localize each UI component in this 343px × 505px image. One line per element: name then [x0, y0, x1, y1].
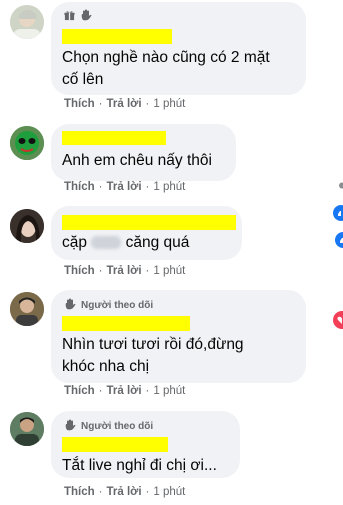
- separator: ·: [98, 98, 103, 110]
- reply-link[interactable]: Trả lời: [107, 385, 142, 397]
- avatar[interactable]: [10, 412, 44, 446]
- timestamp[interactable]: 1 phút: [153, 98, 185, 110]
- comment-2: Anh em chêu nấy thôi Thích · Trả lời · 1…: [0, 118, 343, 201]
- follower-badge: Người theo dõi: [64, 298, 153, 313]
- author-name-redacted[interactable]: [62, 29, 172, 44]
- reply-link[interactable]: Trả lời: [107, 98, 142, 110]
- love-reaction-icon[interactable]: [328, 311, 343, 334]
- comment-text-line: khóc nha chị: [62, 358, 150, 375]
- comment-text-line: Nhìn tươi tươi rồi đó,đừng: [62, 336, 244, 353]
- comment-bubble: cặp căng quá: [51, 206, 242, 260]
- like-reaction-icon[interactable]: [334, 232, 343, 253]
- separator: ·: [98, 486, 103, 498]
- author-name-redacted[interactable]: [62, 131, 166, 145]
- comment-text-line: cố lên: [62, 71, 104, 88]
- wave-icon: [64, 419, 76, 434]
- like-link[interactable]: Thích: [64, 486, 95, 498]
- comment-3: cặp căng quá Thích · Trả lời · 1 phút: [0, 201, 343, 285]
- comment-actions: Thích · Trả lời · 1 phút: [64, 265, 185, 277]
- comment-text-line: Tắt live nghỉ đi chị ơi...: [62, 457, 217, 474]
- timestamp[interactable]: 1 phút: [153, 181, 185, 193]
- avatar[interactable]: [10, 126, 44, 160]
- badge: [64, 9, 92, 24]
- like-link[interactable]: Thích: [64, 98, 95, 110]
- comment-text-after: căng quá: [125, 234, 190, 251]
- avatar[interactable]: [10, 5, 44, 39]
- separator: ·: [145, 385, 150, 397]
- author-name-redacted[interactable]: [62, 215, 236, 230]
- comment-bubble: Anh em chêu nấy thôi: [51, 124, 236, 181]
- timestamp[interactable]: 1 phút: [153, 385, 185, 397]
- dot-icon: [336, 176, 343, 194]
- author-name-redacted[interactable]: [62, 316, 190, 331]
- separator: ·: [98, 181, 103, 193]
- comment-bubble: Chọn nghề nào cũng có 2 mặt cố lên: [51, 2, 306, 95]
- wave-icon: [80, 9, 92, 24]
- comment-actions: Thích · Trả lời · 1 phút: [64, 385, 185, 397]
- separator: ·: [145, 98, 150, 110]
- separator: ·: [98, 265, 103, 277]
- like-link[interactable]: Thích: [64, 385, 95, 397]
- comment-1: Chọn nghề nào cũng có 2 mặt cố lên Thích…: [0, 0, 343, 118]
- like-link[interactable]: Thích: [64, 181, 95, 193]
- comment-4: Người theo dõi Nhìn tươi tươi rồi đó,đừn…: [0, 285, 343, 403]
- timestamp[interactable]: 1 phút: [153, 265, 185, 277]
- avatar[interactable]: [10, 292, 44, 326]
- comment-text-before: cặp: [62, 234, 87, 251]
- like-link[interactable]: Thích: [64, 265, 95, 277]
- comment-actions: Thích · Trả lời · 1 phút: [64, 98, 185, 110]
- reply-link[interactable]: Trả lời: [107, 181, 142, 193]
- blurred-word: [91, 236, 122, 250]
- separator: ·: [145, 486, 150, 498]
- comment-actions: Thích · Trả lời · 1 phút: [64, 486, 185, 498]
- comment-text-line: Chọn nghề nào cũng có 2 mặt: [62, 49, 270, 66]
- like-reaction-icon[interactable]: [332, 205, 343, 226]
- gift-icon: [64, 10, 75, 24]
- reply-link[interactable]: Trả lời: [107, 265, 142, 277]
- comment-text-line: Anh em chêu nấy thôi: [62, 152, 212, 169]
- badge-label: Người theo dõi: [81, 300, 154, 311]
- comment-5: Người theo dõi Tắt live nghỉ đi chị ơi..…: [0, 403, 343, 505]
- author-name-redacted[interactable]: [62, 437, 168, 452]
- avatar[interactable]: [10, 209, 44, 243]
- wave-icon: [64, 298, 76, 313]
- comment-bubble: Người theo dõi Nhìn tươi tươi rồi đó,đừn…: [51, 290, 306, 383]
- separator: ·: [145, 265, 150, 277]
- comment-text-line: cặp căng quá: [62, 232, 189, 254]
- comment-actions: Thích · Trả lời · 1 phút: [64, 181, 185, 193]
- reply-link[interactable]: Trả lời: [107, 486, 142, 498]
- follower-badge: Người theo dõi: [64, 419, 153, 434]
- separator: ·: [145, 181, 150, 193]
- timestamp[interactable]: 1 phút: [153, 486, 185, 498]
- badge-label: Người theo dõi: [81, 421, 154, 432]
- comment-bubble: Người theo dõi Tắt live nghỉ đi chị ơi..…: [51, 411, 240, 478]
- separator: ·: [98, 385, 103, 397]
